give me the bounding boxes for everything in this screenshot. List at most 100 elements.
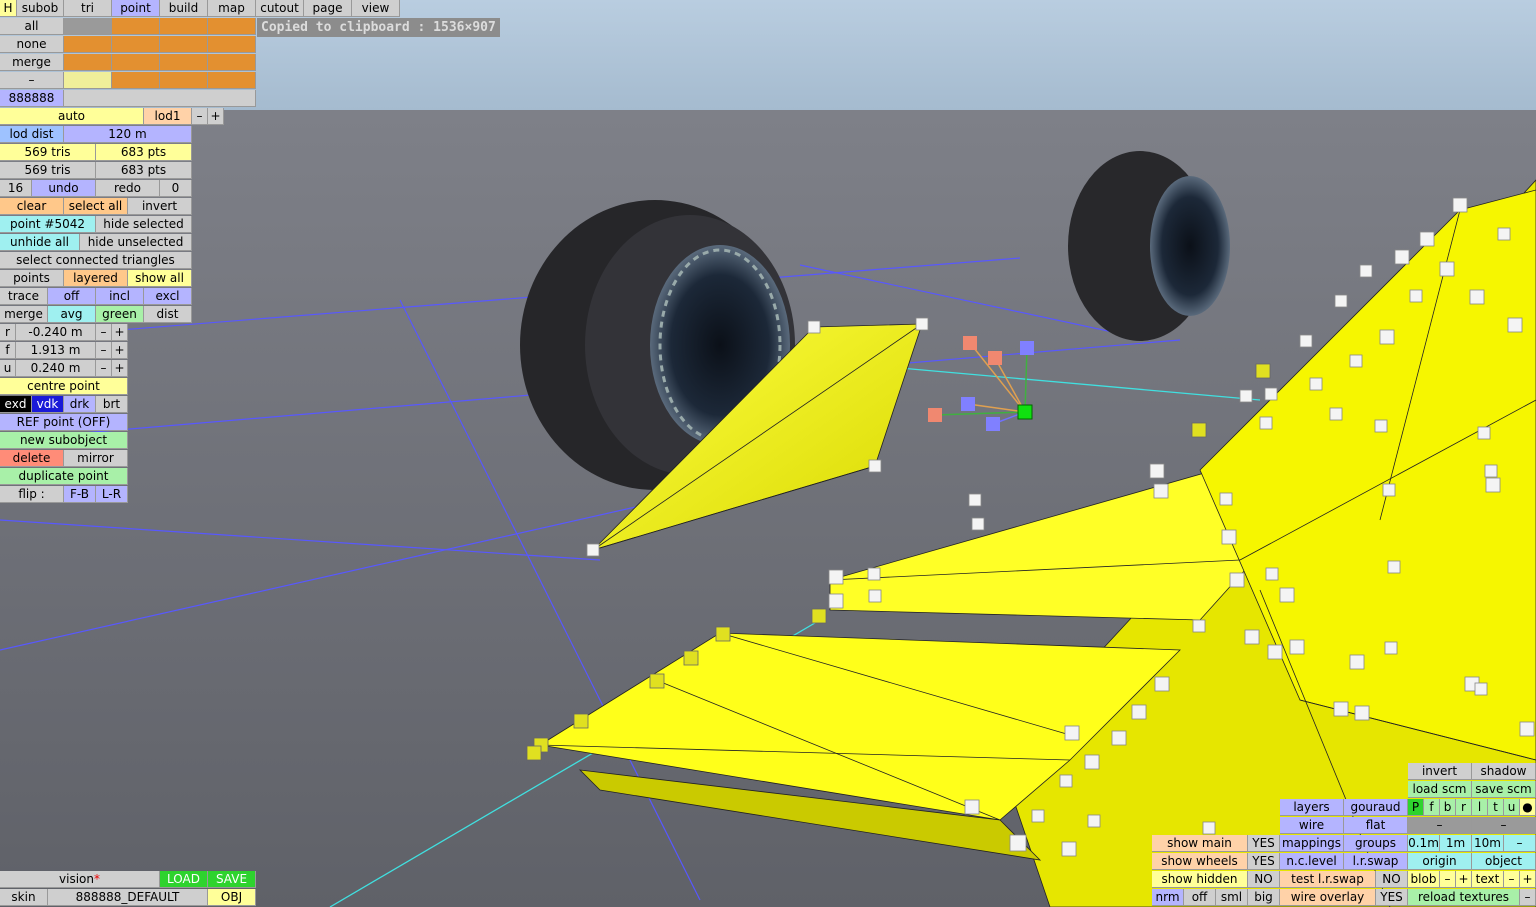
layered-button[interactable]: layered: [64, 270, 128, 287]
tab-h[interactable]: H: [0, 0, 17, 17]
r-value[interactable]: -0.240 m: [16, 324, 96, 341]
lod-dist-value[interactable]: 120 m: [64, 126, 192, 143]
clear-button[interactable]: clear: [0, 198, 64, 215]
wire-overlay-button[interactable]: wire overlay: [1280, 889, 1376, 906]
step-01m-button[interactable]: 0.1m: [1408, 835, 1440, 852]
centre-point-button[interactable]: centre point: [0, 378, 128, 395]
merge-avg-button[interactable]: avg: [48, 306, 96, 323]
save-scm-button[interactable]: save scm: [1472, 781, 1536, 798]
color-swatch[interactable]: [64, 36, 112, 53]
select-dash-button[interactable]: –: [0, 72, 64, 89]
lod-plus-button[interactable]: +: [208, 108, 224, 125]
lod-minus-button[interactable]: –: [192, 108, 208, 125]
reload-textures-button[interactable]: reload textures: [1408, 889, 1520, 906]
text-button[interactable]: text: [1472, 871, 1504, 888]
reload-minus-button[interactable]: –: [1520, 889, 1536, 906]
color-swatch[interactable]: [160, 18, 208, 35]
f-plus-button[interactable]: +: [112, 342, 128, 359]
show-main-toggle[interactable]: YES: [1248, 835, 1280, 852]
view-b-button[interactable]: b: [1440, 799, 1456, 816]
object-button[interactable]: object: [1472, 853, 1536, 870]
new-subobject-button[interactable]: new subobject: [0, 432, 128, 449]
tab-point[interactable]: point: [112, 0, 160, 17]
trace-incl-button[interactable]: incl: [96, 288, 144, 305]
tab-view[interactable]: view: [352, 0, 400, 17]
lr-swap-button[interactable]: l.r.swap: [1344, 853, 1408, 870]
select-none-button[interactable]: none: [0, 36, 64, 53]
view-u-button[interactable]: u: [1504, 799, 1520, 816]
select-all-points-button[interactable]: select all: [64, 198, 128, 215]
view-r-button[interactable]: r: [1456, 799, 1472, 816]
test-lr-swap-button[interactable]: test l.r.swap: [1280, 871, 1376, 888]
select-all-button[interactable]: all: [0, 18, 64, 35]
merge-green-button[interactable]: green: [96, 306, 144, 323]
redo-button[interactable]: redo: [96, 180, 160, 197]
r-plus-button[interactable]: +: [112, 324, 128, 341]
layers-button[interactable]: layers: [1280, 799, 1344, 816]
groups-button[interactable]: groups: [1344, 835, 1408, 852]
view-t-button[interactable]: t: [1488, 799, 1504, 816]
view-dot-button[interactable]: ●: [1520, 799, 1536, 816]
lod-name[interactable]: lod1: [144, 108, 192, 125]
step-10m-button[interactable]: 10m: [1472, 835, 1504, 852]
point-id[interactable]: point #5042: [0, 216, 96, 233]
r-minus-button[interactable]: –: [96, 324, 112, 341]
color-swatch[interactable]: [160, 72, 208, 89]
u-minus-button[interactable]: –: [96, 360, 112, 377]
dash-left-button[interactable]: –: [1408, 817, 1472, 834]
u-value[interactable]: 0.240 m: [16, 360, 96, 377]
vision-button[interactable]: vision*: [0, 871, 160, 888]
color-swatch[interactable]: [208, 54, 256, 71]
trace-excl-button[interactable]: excl: [144, 288, 192, 305]
flat-button[interactable]: flat: [1344, 817, 1408, 834]
color-swatch[interactable]: [208, 36, 256, 53]
tab-cutout[interactable]: cutout: [256, 0, 304, 17]
load-scm-button[interactable]: load scm: [1408, 781, 1472, 798]
color-swatch[interactable]: [64, 72, 112, 89]
trace-off-button[interactable]: off: [48, 288, 96, 305]
save-button[interactable]: SAVE: [208, 871, 256, 888]
nc-level-button[interactable]: n.c.level: [1280, 853, 1344, 870]
hide-selected-button[interactable]: hide selected: [96, 216, 192, 233]
brt-button[interactable]: brt: [96, 396, 128, 413]
hide-unselected-button[interactable]: hide unselected: [80, 234, 192, 251]
color-swatch[interactable]: [64, 18, 112, 35]
tab-tri[interactable]: tri: [64, 0, 112, 17]
show-main-button[interactable]: show main: [1152, 835, 1248, 852]
tab-subob[interactable]: subob: [17, 0, 64, 17]
points-mode-button[interactable]: points: [0, 270, 64, 287]
color-swatch[interactable]: [112, 54, 160, 71]
view-p-button[interactable]: P: [1408, 799, 1424, 816]
lod-dist-label[interactable]: lod dist: [0, 126, 64, 143]
tab-map[interactable]: map: [208, 0, 256, 17]
invert-view-button[interactable]: invert: [1408, 763, 1472, 780]
wire-overlay-toggle[interactable]: YES: [1376, 889, 1408, 906]
u-plus-button[interactable]: +: [112, 360, 128, 377]
off-button[interactable]: off: [1184, 889, 1216, 906]
color-code[interactable]: 888888: [0, 90, 64, 107]
shadow-button[interactable]: shadow: [1472, 763, 1536, 780]
color-swatch[interactable]: [160, 54, 208, 71]
origin-button[interactable]: origin: [1408, 853, 1472, 870]
blob-plus-button[interactable]: +: [1456, 871, 1472, 888]
flip-lr-button[interactable]: L-R: [96, 486, 128, 503]
f-value[interactable]: 1.913 m: [16, 342, 96, 359]
viewport-3d[interactable]: [0, 0, 1536, 907]
show-hidden-button[interactable]: show hidden: [1152, 871, 1248, 888]
show-wheels-button[interactable]: show wheels: [1152, 853, 1248, 870]
drk-button[interactable]: drk: [64, 396, 96, 413]
text-plus-button[interactable]: +: [1520, 871, 1536, 888]
mirror-button[interactable]: mirror: [64, 450, 128, 467]
color-swatch[interactable]: [112, 18, 160, 35]
sml-button[interactable]: sml: [1216, 889, 1248, 906]
color-swatch[interactable]: [112, 72, 160, 89]
select-connected-button[interactable]: select connected triangles: [0, 252, 192, 269]
nrm-button[interactable]: nrm: [1152, 889, 1184, 906]
view-f-button[interactable]: f: [1424, 799, 1440, 816]
unhide-all-button[interactable]: unhide all: [0, 234, 80, 251]
color-swatch[interactable]: [64, 54, 112, 71]
tab-build[interactable]: build: [160, 0, 208, 17]
show-hidden-toggle[interactable]: NO: [1248, 871, 1280, 888]
step-minus-button[interactable]: –: [1504, 835, 1536, 852]
select-merge-button[interactable]: merge: [0, 54, 64, 71]
